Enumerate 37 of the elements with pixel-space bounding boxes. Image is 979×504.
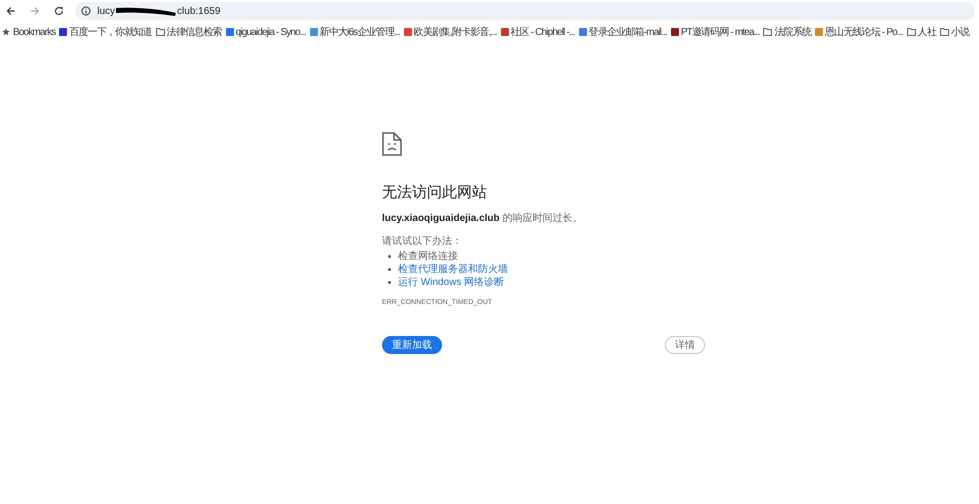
folder-icon (906, 28, 916, 36)
error-message: lucy.xiaoqiguaidejia.club 的响应时间过长。 (382, 212, 584, 226)
info-icon[interactable] (81, 6, 92, 16)
reload-button[interactable]: 重新加载 (382, 336, 442, 354)
bookmark-item[interactable]: 法院系统 (774, 24, 812, 40)
suggestion-text: 检查网络连接 (398, 250, 458, 262)
bookmark-item[interactable]: 百度一下，你就知道 (69, 24, 152, 40)
folder-icon (156, 28, 165, 36)
bullet-icon (388, 280, 391, 284)
back-icon[interactable] (6, 6, 16, 16)
folder-icon (940, 28, 949, 36)
address-bar[interactable]: lucy club:1659 (75, 2, 975, 20)
suggestion-intro: 请试试以下办法： (382, 234, 463, 248)
reload-icon[interactable] (54, 6, 64, 16)
redaction-mark (115, 5, 178, 17)
bookmark-item[interactable]: 社区 - Chiphell -... (510, 24, 575, 40)
url-text: lucy (97, 4, 116, 18)
sad-page-icon (382, 132, 402, 156)
bookmark-item[interactable]: qiguaidejia - Syno... (236, 24, 306, 40)
suggestion-link[interactable]: 检查代理服务器和防火墙 (398, 262, 508, 276)
bookmark-item[interactable]: 登录企业邮箱-mail... (588, 24, 667, 40)
bullet-icon (388, 254, 391, 258)
bullet-icon (388, 268, 391, 270)
bookmark-item[interactable]: 欧美剧集,附卡影音,... (414, 24, 497, 40)
suggestion-link[interactable]: 运行 Windows 网络诊断 (398, 276, 504, 288)
folder-icon (763, 28, 772, 36)
star-icon (2, 28, 10, 36)
bookmark-item[interactable]: 人社 (918, 24, 936, 40)
error-title: 无法访问此网站 (382, 183, 488, 203)
bookmark-item[interactable]: 新中大i6s企业管理... (320, 24, 400, 40)
bookmark-item[interactable]: 小说 (950, 24, 970, 40)
bookmark-item[interactable]: 恩山无线论坛 - Po... (825, 24, 903, 40)
bookmark-item[interactable]: 法律信息检索 (166, 24, 222, 40)
bookmark-item[interactable]: PT邀请码网 - mtea... (680, 24, 760, 40)
bookmarks-label[interactable]: Bookmarks (13, 24, 56, 40)
url-text: club:1659 (177, 4, 220, 18)
details-button[interactable]: 详情 (665, 336, 705, 354)
